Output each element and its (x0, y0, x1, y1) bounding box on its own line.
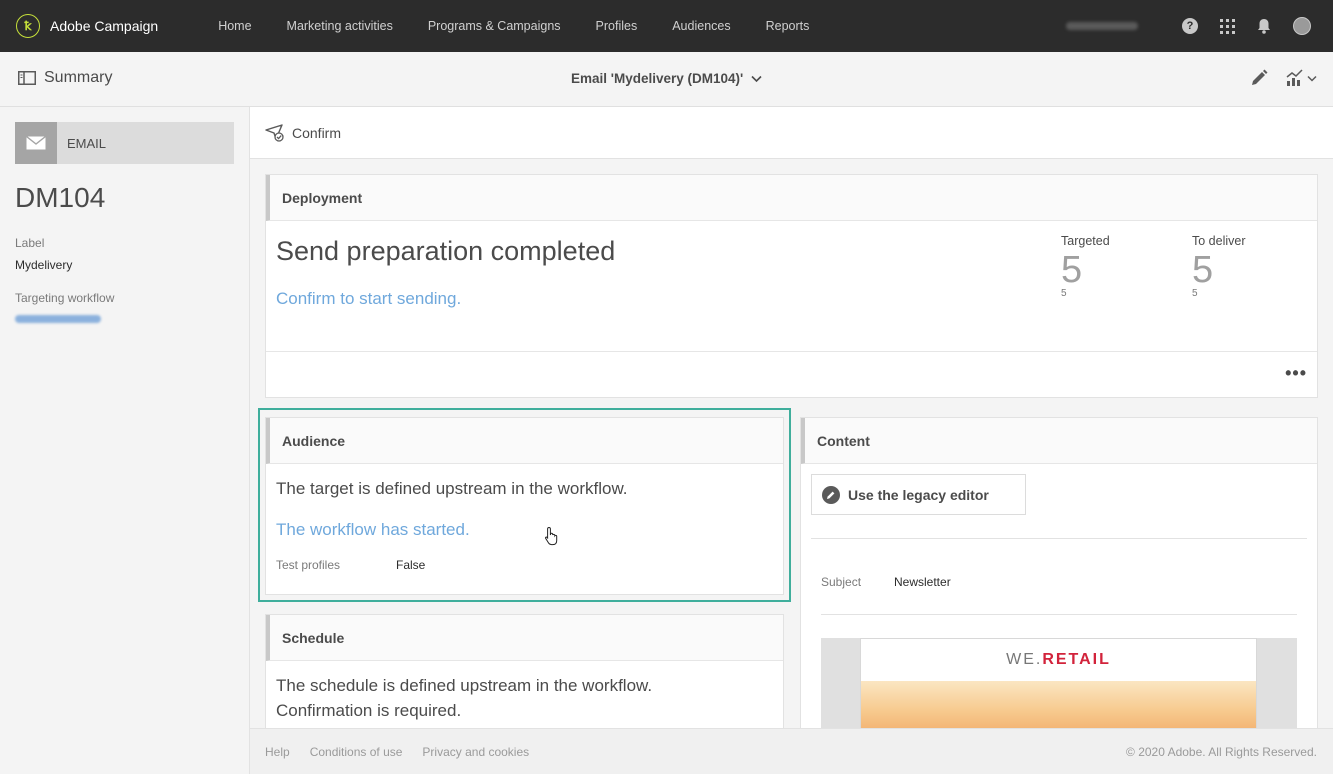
schedule-line-1: The schedule is defined upstream in the … (276, 676, 653, 695)
notifications-button[interactable] (1257, 18, 1271, 34)
subject-divider (821, 614, 1297, 615)
footer-conditions-link[interactable]: Conditions of use (310, 745, 403, 759)
use-legacy-editor-button[interactable]: Use the legacy editor (811, 474, 1026, 515)
deployment-divider (266, 351, 1317, 352)
nav-marketing-activities[interactable]: Marketing activities (287, 19, 393, 33)
confirm-label: Confirm (292, 124, 342, 141)
main-nav: Home Marketing activities Programs & Cam… (218, 19, 844, 33)
kpi-targeted-value: 5 (1061, 249, 1083, 291)
audience-description: The target is defined upstream in the wo… (276, 479, 628, 498)
schedule-card[interactable]: Schedule The schedule is defined upstrea… (265, 614, 784, 728)
nav-right-tools: ? (1066, 0, 1311, 52)
deployment-card: Deployment Send preparation completed Co… (265, 174, 1318, 398)
summary-panel: EMAIL DM104 Label Mydelivery Targeting w… (0, 107, 250, 774)
avatar-icon (1293, 17, 1311, 35)
hand-cursor-icon (545, 526, 558, 546)
sub-header: Summary Email 'Mydelivery (DM104)' (0, 52, 1333, 107)
kpi-to-deliver: To deliver 5 5 (1192, 234, 1246, 299)
app-switcher-button[interactable] (1220, 18, 1235, 34)
deployment-header: Deployment (266, 175, 1317, 221)
delivery-title[interactable]: Email 'Mydelivery (DM104)' (0, 71, 1333, 86)
content-card[interactable]: Content Use the legacy editor Subject Ne… (800, 417, 1318, 728)
app-name: Adobe Campaign (50, 18, 159, 34)
nav-programs-campaigns[interactable]: Programs & Campaigns (428, 19, 561, 33)
test-profiles-label: Test profiles (276, 558, 341, 572)
action-bar: Confirm (250, 107, 1333, 159)
reports-dropdown-button[interactable] (1286, 69, 1317, 87)
we-retail-logo: WE.RETAIL (1006, 651, 1111, 668)
nav-profiles[interactable]: Profiles (596, 19, 638, 33)
footer: Help Conditions of use Privacy and cooki… (250, 728, 1333, 774)
content-header: Content (801, 418, 1317, 464)
subject-value: Newsletter (894, 575, 951, 589)
schedule-line-2: Confirmation is required. (276, 701, 462, 720)
kpi-to-deliver-label: To deliver (1192, 234, 1246, 248)
bell-icon (1258, 19, 1270, 34)
targeting-workflow-link-blurred[interactable] (15, 315, 101, 323)
delivery-title-text: Email 'Mydelivery (DM104)' (570, 71, 744, 86)
audience-card[interactable]: Audience The target is defined upstream … (265, 417, 784, 595)
adobe-campaign-logo-icon: ꝁ (16, 14, 40, 38)
targeting-workflow-label: Targeting workflow (15, 291, 115, 305)
sub-header-tools (1232, 69, 1317, 87)
workflow-started-link[interactable]: The workflow has started. (276, 520, 470, 540)
user-avatar-button[interactable] (1293, 17, 1311, 35)
edit-button[interactable] (1250, 69, 1268, 87)
test-profiles-value: False (396, 558, 426, 572)
delivery-code: DM104 (15, 182, 106, 213)
pencil-icon (1252, 69, 1268, 85)
channel-badge: EMAIL (15, 122, 234, 164)
more-actions-button[interactable]: ••• (1285, 363, 1307, 384)
kpi-targeted: Targeted 5 5 (1061, 234, 1110, 299)
preview-hero-image (861, 681, 1256, 728)
footer-copyright: © 2020 Adobe. All Rights Reserved. (1126, 744, 1317, 759)
edit-circle-icon (822, 485, 840, 504)
envelope-icon (15, 122, 57, 164)
chevron-down-icon (751, 75, 762, 83)
nav-reports[interactable]: Reports (766, 19, 810, 33)
chevron-down-icon (1307, 75, 1317, 82)
subject-label: Subject (821, 575, 862, 589)
help-button[interactable]: ? (1182, 18, 1198, 34)
footer-help-link[interactable]: Help (265, 745, 290, 759)
kpi-to-deliver-value: 5 (1192, 249, 1214, 291)
label-field-label: Label (15, 236, 45, 250)
label-field-value: Mydelivery (15, 258, 73, 272)
deployment-status: Send preparation completed (276, 236, 616, 266)
channel-label: EMAIL (67, 135, 107, 151)
content-divider (811, 538, 1307, 539)
send-confirm-icon (265, 123, 284, 142)
confirm-button[interactable]: Confirm (265, 123, 342, 142)
grid-icon (1220, 18, 1235, 34)
audience-header: Audience (266, 418, 783, 464)
schedule-header: Schedule (266, 615, 783, 661)
nav-home[interactable]: Home (218, 19, 251, 33)
email-preview[interactable]: WE.RETAIL (821, 638, 1297, 728)
legacy-editor-label: Use the legacy editor (848, 486, 989, 503)
kpi-targeted-label: Targeted (1061, 234, 1110, 248)
nav-audiences[interactable]: Audiences (672, 19, 730, 33)
chart-icon (1286, 69, 1303, 86)
footer-privacy-link[interactable]: Privacy and cookies (422, 745, 529, 759)
main-content: Confirm Deployment Send preparation comp… (250, 107, 1333, 728)
top-navigation-bar: ꝁ Adobe Campaign Home Marketing activiti… (0, 0, 1333, 52)
brand[interactable]: ꝁ Adobe Campaign (16, 14, 158, 38)
email-preview-frame: WE.RETAIL (860, 638, 1257, 728)
confirm-start-sending-link[interactable]: Confirm to start sending. (276, 289, 461, 309)
user-name-blurred[interactable] (1066, 22, 1138, 30)
help-icon: ? (1182, 18, 1198, 34)
